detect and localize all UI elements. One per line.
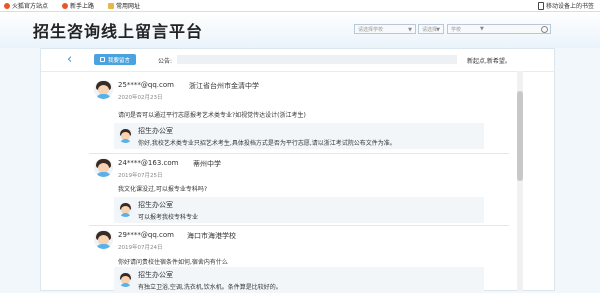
message-date: 2019年07月25日 xyxy=(118,173,163,179)
school-select[interactable]: 请选择学校 ▼ xyxy=(354,24,416,34)
user-email: 24****@163.com xyxy=(118,159,179,167)
question-text: 你好请问贵校住宿条件如何,宿舍内有什么 xyxy=(118,259,228,266)
reply-avatar xyxy=(118,202,133,217)
bookmark-label: 火狐官方站点 xyxy=(12,3,49,10)
reply-text: 可以报考我校专科专业 xyxy=(138,214,199,221)
firefox-icon xyxy=(4,2,10,9)
bookmark-label: 常用网址 xyxy=(116,3,141,10)
scrollbar[interactable] xyxy=(517,71,523,291)
reply-box: 招生办公室 有独立卫浴,空调,洗衣机,饮水机。条件算是比较好的。 xyxy=(114,267,484,293)
bookmark-item[interactable]: 常用网址 xyxy=(108,1,140,10)
reply-name: 招生办公室 xyxy=(138,271,173,279)
message-date: 2019年07月24日 xyxy=(118,245,163,251)
type-select-value: 请选择 xyxy=(422,26,438,33)
page-title: 招生咨询线上留言平台 xyxy=(33,22,204,41)
reply-avatar xyxy=(118,128,133,143)
folder-icon xyxy=(108,2,115,9)
user-school: 蒂州中学 xyxy=(193,160,221,168)
page-header: 招生咨询线上留言平台 请选择学校 ▼ 请选择 ▼ 学校 ▼ xyxy=(0,12,600,48)
back-arrow-icon[interactable]: ‹ xyxy=(67,53,72,66)
user-email: 25****@qq.com xyxy=(118,81,174,89)
notice-label: 公告: xyxy=(158,58,173,65)
chevron-down-icon: ▼ xyxy=(436,27,440,33)
avatar xyxy=(94,230,113,249)
user-school: 海口市海港学校 xyxy=(187,232,236,240)
bookmark-label: 新手上路 xyxy=(70,3,95,10)
message-panel: ‹ 我要留言 公告: 新起点,新希望。 25****@qq.com 浙江省台州市… xyxy=(40,48,555,293)
question-text: 请问是否可以通过平行志愿报考艺术类专业?如视觉传达设计(浙江考生) xyxy=(118,112,306,119)
edit-icon xyxy=(99,57,105,62)
bookmark-item[interactable]: 新手上路 xyxy=(62,1,94,10)
question-text: 我文化课没过,可以报专业专科吗? xyxy=(118,186,208,193)
scrollbar-thumb[interactable] xyxy=(517,91,523,181)
reply-text: 有独立卫浴,空调,洗衣机,饮水机。条件算是比较好的。 xyxy=(138,284,282,291)
chevron-down-icon: ▼ xyxy=(480,26,484,32)
bookmarks-bar: 火狐官方站点 新手上路 常用网址 移动设备上的书签 xyxy=(0,0,600,12)
message-date: 2020年02月23日 xyxy=(118,95,163,101)
reply-box: 招生办公室 你好,我校艺术类专业只招艺术考生,具体投档方式是否为平行志愿,请以浙… xyxy=(114,123,484,149)
notice-text: 新起点,新希望。 xyxy=(467,58,511,65)
reply-box: 招生办公室 可以报考我校专科专业 xyxy=(114,197,484,223)
bookmark-item[interactable]: 火狐官方站点 xyxy=(4,1,48,10)
reply-name: 招生办公室 xyxy=(138,127,173,135)
panel-toolbar: ‹ 我要留言 公告: 新起点,新希望。 xyxy=(41,49,554,72)
school-select-value: 请选择学校 xyxy=(358,26,384,33)
notice-bar xyxy=(177,55,457,64)
mobile-bookmarks[interactable]: 移动设备上的书签 xyxy=(537,1,594,10)
divider xyxy=(89,153,509,154)
mobile-icon xyxy=(537,1,544,10)
chevron-down-icon: ▼ xyxy=(408,27,412,33)
leave-message-button[interactable]: 我要留言 xyxy=(94,54,136,65)
mobile-bookmarks-label: 移动设备上的书签 xyxy=(545,3,594,10)
firefox-icon xyxy=(62,2,69,9)
type-select[interactable]: 请选择 ▼ xyxy=(418,24,444,34)
leave-message-label: 我要留言 xyxy=(107,57,130,64)
user-school: 浙江省台州市金清中学 xyxy=(189,82,259,90)
search-label: 学校 xyxy=(451,26,462,33)
avatar xyxy=(94,80,113,99)
reply-name: 招生办公室 xyxy=(138,201,173,209)
reply-avatar xyxy=(118,272,133,287)
divider xyxy=(89,225,509,226)
search-icon[interactable] xyxy=(541,26,548,33)
user-email: 29****@qq.com xyxy=(118,231,174,239)
reply-text: 你好,我校艺术类专业只招艺术考生,具体投档方式是否为平行志愿,请以浙江考试院公布… xyxy=(138,140,396,147)
avatar xyxy=(94,158,113,177)
search-input[interactable]: 学校 ▼ xyxy=(447,24,551,34)
